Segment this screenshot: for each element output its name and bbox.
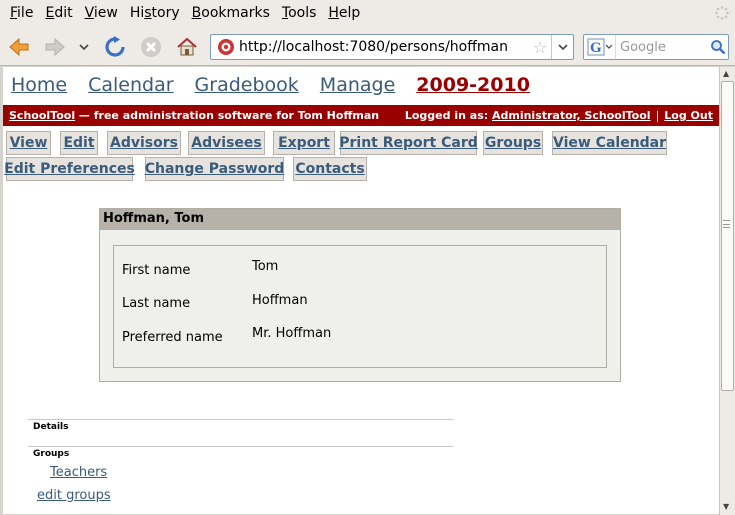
action-export-button[interactable]: Export (273, 131, 335, 155)
search-engine-selector[interactable]: G (584, 35, 616, 59)
last-name-value: Hoffman (252, 293, 308, 308)
logged-in-label: Logged in as: (404, 109, 492, 122)
menu-history[interactable]: History (124, 5, 186, 21)
forward-arrow-icon (45, 37, 65, 57)
top-navigation: Home Calendar Gradebook Manage 2009-2010 (3, 70, 530, 100)
group-teachers-link[interactable]: Teachers (50, 465, 107, 480)
groups-heading: Groups (33, 449, 70, 459)
action-view-calendar-button[interactable]: View Calendar (552, 131, 667, 155)
school-year-link[interactable]: 2009-2010 (416, 74, 530, 96)
scrollbar-thumb[interactable] (721, 81, 734, 391)
first-name-label: First name (122, 263, 191, 278)
nav-manage-link[interactable]: Manage (320, 74, 395, 96)
search-input[interactable]: Google (616, 40, 708, 55)
search-bar[interactable]: G Google (583, 34, 729, 60)
edit-groups-link[interactable]: edit groups (37, 488, 111, 503)
user-link[interactable]: Administrator, SchoolTool (492, 109, 651, 122)
nav-home-link[interactable]: Home (11, 74, 67, 96)
first-name-value: Tom (252, 259, 279, 274)
action-print-report-card-button[interactable]: Print Report Card (339, 131, 478, 155)
throbber-icon (715, 6, 729, 20)
action-advisors-button[interactable]: Advisors (107, 131, 181, 155)
header-banner: SchoolTool — free administration softwar… (3, 105, 719, 126)
banner-tagline: — free administration software for Tom H… (75, 109, 380, 122)
menu-file[interactable]: File (4, 5, 39, 21)
action-edit-button[interactable]: Edit (60, 131, 98, 155)
preferred-name-label: Preferred name (122, 330, 223, 345)
menu-bookmarks[interactable]: Bookmarks (186, 5, 276, 21)
vertical-scrollbar[interactable]: ▲ ▼ (719, 67, 735, 515)
forward-button[interactable] (42, 34, 68, 60)
menu-bar: File Edit View History Bookmarks Tools H… (0, 0, 735, 26)
home-icon (177, 37, 197, 56)
action-edit-preferences-button[interactable]: Edit Preferences (4, 157, 135, 181)
preferred-name-value: Mr. Hoffman (252, 326, 332, 341)
menu-view[interactable]: View (79, 5, 124, 21)
details-divider (28, 419, 453, 420)
logout-link[interactable]: Log Out (664, 109, 713, 122)
action-contacts-button[interactable]: Contacts (293, 157, 367, 181)
reload-icon (105, 36, 125, 57)
menu-tools[interactable]: Tools (276, 5, 323, 21)
chevron-down-icon (79, 44, 89, 51)
google-engine-icon: G (587, 38, 612, 56)
site-favicon-icon (218, 39, 234, 55)
svg-text:G: G (590, 40, 602, 56)
person-name-header: Hoffman, Tom (100, 209, 620, 230)
navigation-toolbar: http://localhost:7080/persons/hoffman ☆ … (0, 26, 735, 66)
action-view-button[interactable]: View (6, 131, 51, 155)
action-change-password-button[interactable]: Change Password (145, 157, 284, 181)
magnifier-icon (711, 40, 726, 55)
last-name-label: Last name (122, 296, 191, 311)
scrollbar-grip-icon (723, 220, 730, 228)
search-go-button[interactable] (708, 39, 728, 55)
bookmark-star-icon[interactable]: ☆ (529, 38, 551, 57)
details-heading: Details (33, 422, 69, 432)
person-fields: First name Tom Last name Hoffman Preferr… (113, 245, 607, 368)
chevron-down-icon (557, 44, 568, 51)
schooltool-link[interactable]: SchoolTool (9, 109, 75, 122)
scroll-up-icon[interactable]: ▲ (723, 69, 729, 78)
menu-edit[interactable]: Edit (39, 5, 78, 21)
groups-divider (28, 446, 453, 447)
page-viewport: Home Calendar Gradebook Manage 2009-2010… (3, 67, 719, 514)
person-info-panel: Hoffman, Tom First name Tom Last name Ho… (99, 208, 621, 382)
banner-separator: | (655, 109, 660, 122)
reload-button[interactable] (102, 34, 128, 60)
history-dropdown-button[interactable] (74, 34, 94, 60)
stop-button[interactable] (138, 34, 164, 60)
menu-help[interactable]: Help (322, 5, 366, 21)
scroll-down-icon[interactable]: ▼ (723, 502, 729, 511)
back-arrow-icon (9, 37, 29, 57)
url-bar[interactable]: http://localhost:7080/persons/hoffman ☆ (210, 34, 574, 60)
action-advisees-button[interactable]: Advisees (188, 131, 265, 155)
url-dropdown-button[interactable] (551, 35, 573, 59)
back-button[interactable] (6, 34, 32, 60)
nav-calendar-link[interactable]: Calendar (88, 74, 173, 96)
action-groups-button[interactable]: Groups (483, 131, 543, 155)
stop-icon (141, 37, 161, 57)
nav-gradebook-link[interactable]: Gradebook (195, 74, 299, 96)
home-button[interactable] (174, 34, 200, 60)
url-text[interactable]: http://localhost:7080/persons/hoffman (239, 39, 529, 55)
